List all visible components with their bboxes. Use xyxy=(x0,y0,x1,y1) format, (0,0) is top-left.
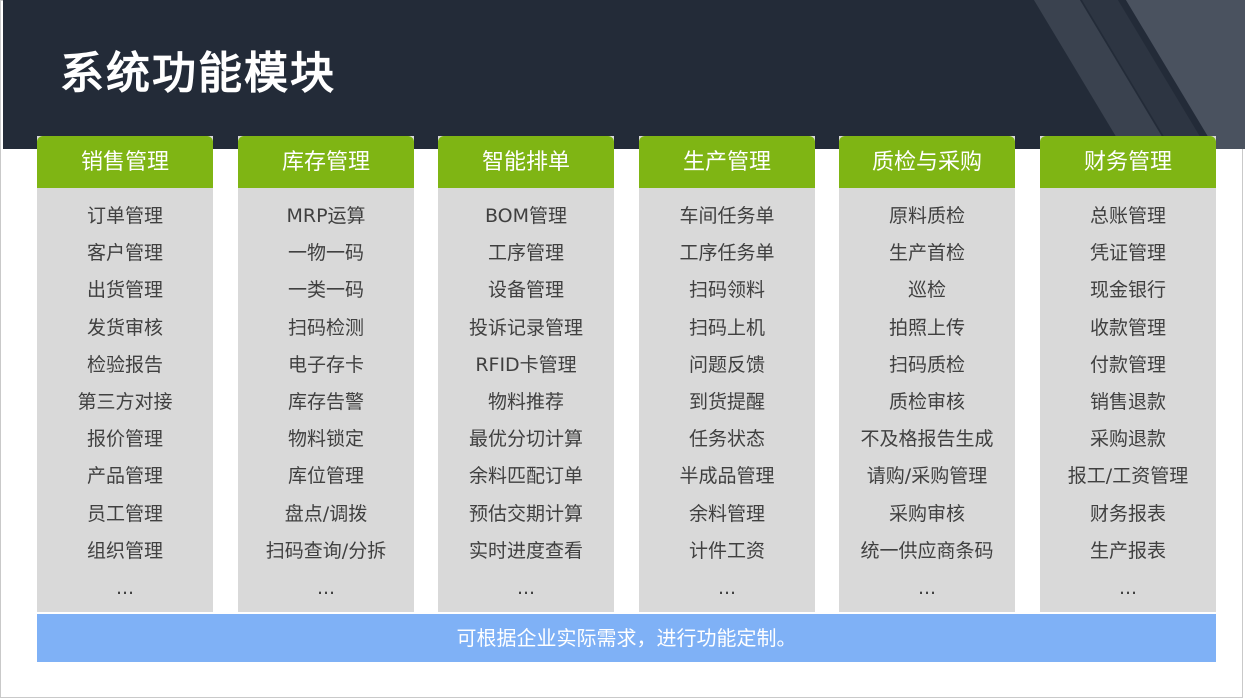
module-header: 智能排单 xyxy=(438,136,614,188)
module-item: ... xyxy=(516,576,536,599)
module-item: 问题反馈 xyxy=(688,353,765,376)
module-item: 投诉记录管理 xyxy=(468,316,583,339)
module-header: 库存管理 xyxy=(238,136,414,188)
module-item: 客户管理 xyxy=(86,242,163,265)
module-item: BOM管理 xyxy=(484,205,568,227)
module-item: 采购退款 xyxy=(1089,428,1166,451)
module-item: 拍照上传 xyxy=(888,316,965,339)
module-item: 工序任务单 xyxy=(679,242,775,265)
module-item-list: 总账管理凭证管理现金银行收款管理付款管理销售退款采购退款报工/工资管理 财务报表生… xyxy=(1040,188,1216,607)
module-item: 设备管理 xyxy=(487,279,564,302)
module-item: 到货提醒 xyxy=(688,390,765,413)
module-header: 生产管理 xyxy=(639,136,815,188)
module-item: MRP运算 xyxy=(286,205,366,227)
module-item: RFID卡管理 xyxy=(475,353,577,376)
module-item: 收款管理 xyxy=(1089,316,1166,339)
module-item: ... xyxy=(1118,576,1138,599)
module-item: 报价管理 xyxy=(86,428,163,451)
module-item: 销售退款 xyxy=(1089,390,1166,413)
module-item: 扫码领料 xyxy=(688,279,765,302)
module-item: ... xyxy=(717,576,737,599)
module-item: 凭证管理 xyxy=(1089,242,1166,265)
module-item: 总账管理 xyxy=(1089,205,1166,227)
module-item: 现金银行 xyxy=(1089,279,1166,302)
module-item: 订单管理 xyxy=(86,205,163,227)
module-item-list: 车间任务单工序任务单扫码领料扫码上机问题反馈到货提醒任务状态半成品管理余料管理计… xyxy=(639,188,815,607)
module-item: 出货管理 xyxy=(86,279,163,302)
module-item: 物料锁定 xyxy=(287,428,364,451)
module-item: 检验报告 xyxy=(86,353,163,376)
module-item: 扫码查询/分拆 xyxy=(265,539,387,562)
module-item: 采购审核 xyxy=(888,502,965,525)
module-item: ... xyxy=(316,576,336,599)
module-item: 财务报表 xyxy=(1089,502,1166,525)
module-item: ... xyxy=(115,576,135,599)
module-column: 库存管理 MRP运算 一物一码 一类一码 扫码检测 电子存卡 库存告警 物料锁定 库位管理 盘点/… xyxy=(238,136,414,612)
module-item: 产品管理 xyxy=(86,465,163,488)
module-item: 任务状态 xyxy=(688,428,765,451)
module-item: 盘点/调拨 xyxy=(284,502,368,525)
module-item: 扫码检测 xyxy=(287,316,364,339)
module-header: 财务管理 xyxy=(1040,136,1216,188)
module-item: 原料质检 xyxy=(888,205,965,227)
module-item: 计件工资 xyxy=(688,539,765,562)
module-item: 请购/采购管理 xyxy=(866,465,988,488)
module-column: 销售管理订单管理客户管理出货管理发货审核检验报告第三方对接报价管理产品管理员工管… xyxy=(37,136,213,612)
module-item: 发货审核 xyxy=(86,316,163,339)
module-item-list: 原料质检生产首检巡检拍照上传扫码质检质检审核不及格报告生成 请购/采购管理 采购审核… xyxy=(839,188,1015,607)
module-item: 库位管理 xyxy=(287,465,364,488)
module-item: 付款管理 xyxy=(1089,353,1166,376)
module-header: 质检与采购 xyxy=(839,136,1015,188)
module-item-list: MRP运算一物一码一类一码扫码检测电子存卡库存告警物料锁定库位管理盘点/调拨扫码… xyxy=(238,188,414,607)
module-header: 销售管理 xyxy=(37,136,213,188)
module-item: 质检审核 xyxy=(888,390,965,413)
module-item: 生产报表 xyxy=(1089,539,1166,562)
module-item: 组织管理 xyxy=(86,539,163,562)
module-item: 扫码质检 xyxy=(888,353,965,376)
module-item: 预估交期计算 xyxy=(468,502,583,525)
module-item: 第三方对接 xyxy=(77,390,173,413)
module-item: 报工/工资管理 xyxy=(1067,465,1189,488)
header-banner: 系统功能模块 xyxy=(3,0,1245,149)
module-item: 半成品管理 xyxy=(679,465,775,488)
module-item: 电子存卡 xyxy=(287,353,364,376)
module-item: 车间任务单 xyxy=(679,205,775,227)
module-item: 生产首检 xyxy=(888,242,965,265)
module-item: 工序管理 xyxy=(487,242,564,265)
module-column: 生产管理车间任务单工序任务单扫码领料扫码上机问题反馈到货提醒任务状态半成品管理余… xyxy=(639,136,815,612)
customization-note: 可根据企业实际需求，进行功能定制。 xyxy=(37,614,1216,662)
module-item: 不及格报告生成 xyxy=(860,428,994,451)
module-column: 财务管理总账管理凭证管理现金银行收款管理付款管理销售退款采购退款报工/工资管理财… xyxy=(1040,136,1216,612)
module-item: 实时进度查看 xyxy=(468,539,583,562)
module-item: ... xyxy=(917,576,937,599)
module-item-list: BOM管理工序管理设备管理投诉记录管理 RFID卡管理 物料推荐最优分切计算 余料匹配… xyxy=(438,188,614,607)
module-item: 物料推荐 xyxy=(487,390,564,413)
module-item: 员工管理 xyxy=(86,502,163,525)
module-item: 余料匹配订单 xyxy=(468,465,583,488)
module-column: 质检与采购原料质检生产首检巡检拍照上传扫码质检质检审核不及格报告生成 请购/采购管… xyxy=(839,136,1015,612)
module-item: 一类一码 xyxy=(287,279,364,302)
module-item: 最优分切计算 xyxy=(468,428,583,451)
module-item: 统一供应商条码 xyxy=(860,539,994,562)
module-column: 智能排单 BOM管理工序管理设备管理投诉记录管理 RFID卡管理 物料推荐最优分切计算… xyxy=(438,136,614,612)
module-item: 扫码上机 xyxy=(688,316,765,339)
module-item: 一物一码 xyxy=(287,242,364,265)
page-title: 系统功能模块 xyxy=(60,48,336,99)
module-item: 巡检 xyxy=(907,279,946,302)
module-item-list: 订单管理客户管理出货管理发货审核检验报告第三方对接报价管理产品管理员工管理组织管… xyxy=(37,188,213,607)
module-item: 库存告警 xyxy=(287,390,364,413)
module-item: 余料管理 xyxy=(688,502,765,525)
